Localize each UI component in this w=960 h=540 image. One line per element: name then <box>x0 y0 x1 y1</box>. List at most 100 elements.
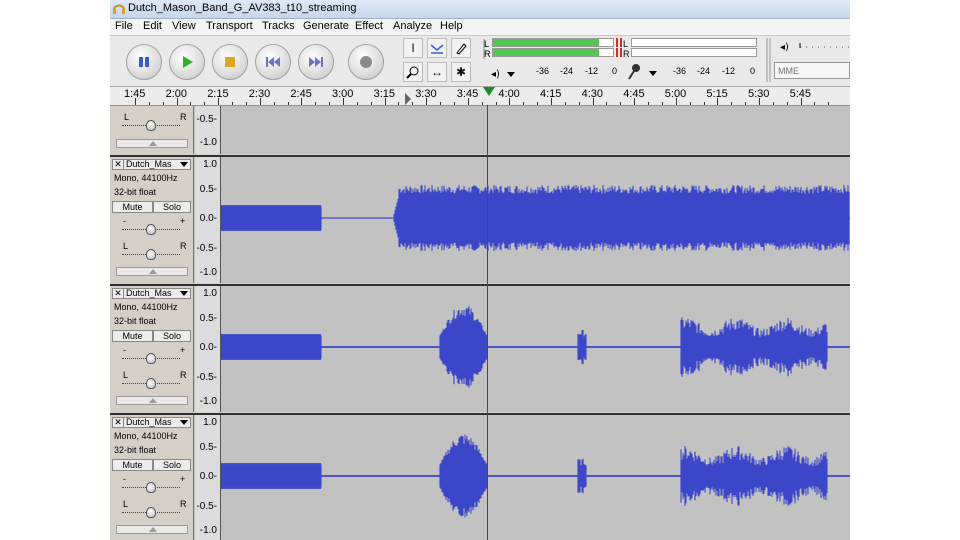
pan-slider[interactable]: LR <box>118 499 187 521</box>
ruler-tick <box>578 102 580 105</box>
close-track-icon[interactable]: ✕ <box>113 289 124 298</box>
menu-tracks[interactable]: Tracks <box>262 20 295 32</box>
menu-generate[interactable]: Generate <box>303 20 349 32</box>
track-menu-dropdown-icon[interactable] <box>180 291 188 296</box>
ruler-tick <box>440 102 442 105</box>
stop-button[interactable] <box>212 44 248 80</box>
ruler-tick <box>259 98 261 105</box>
gain-minus-label: - <box>123 474 126 484</box>
solo-button[interactable]: Solo <box>153 330 191 342</box>
track-sample-rate: Mono, 44100Hz <box>114 302 178 312</box>
solo-button[interactable]: Solo <box>153 201 191 213</box>
zoom-tool[interactable] <box>403 62 423 82</box>
menu-transport[interactable]: Transport <box>206 20 253 32</box>
multi-tool[interactable]: ✱ <box>451 62 471 82</box>
envelope-tool[interactable] <box>427 38 447 58</box>
close-track-icon[interactable]: ✕ <box>113 160 124 169</box>
skip-start-button[interactable] <box>255 44 291 80</box>
microphone-menu-icon[interactable] <box>625 63 661 81</box>
partial-track-control-panel: L R <box>110 106 194 154</box>
play-button[interactable] <box>169 44 205 80</box>
close-track-icon[interactable]: ✕ <box>113 418 124 427</box>
gain-slider[interactable]: - + <box>118 216 185 238</box>
mute-button[interactable]: Mute <box>112 459 153 471</box>
draw-tool[interactable] <box>451 38 471 58</box>
menu-file[interactable]: File <box>115 20 133 32</box>
menu-view[interactable]: View <box>172 20 196 32</box>
record-meter-left[interactable] <box>631 38 757 47</box>
collapse-track-button[interactable] <box>116 525 188 534</box>
rec-scale-12: -12 <box>722 66 736 76</box>
track-sample-format: 32-bit float <box>114 187 157 197</box>
collapse-track-button[interactable] <box>116 139 188 148</box>
pan-knob[interactable] <box>146 120 156 131</box>
pause-button[interactable] <box>126 44 162 80</box>
track-name: Dutch_Mas <box>126 288 172 298</box>
waveform-clip-block <box>221 463 321 489</box>
record-meter-r-label: R <box>623 49 630 59</box>
gain-slider[interactable]: - + <box>118 474 186 496</box>
solo-button[interactable]: Solo <box>153 459 191 471</box>
waveform-area[interactable] <box>220 415 850 540</box>
mute-button[interactable]: Mute <box>112 201 153 213</box>
play-scale-0: 0 <box>612 66 618 76</box>
ruler-tick <box>814 102 816 105</box>
gain-knob[interactable] <box>146 482 156 493</box>
track-menu-dropdown-icon[interactable] <box>180 162 188 167</box>
gain-plus-label: + <box>180 474 186 484</box>
window-title: Dutch_Mason_Band_G_AV383_t10_streaming <box>128 2 357 14</box>
scale-label: -1.0 <box>199 396 217 407</box>
partial-pan-slider[interactable]: L R <box>118 112 187 134</box>
ruler-tick <box>786 102 788 105</box>
scale-label: 0.5- <box>199 184 217 195</box>
track-name-bar[interactable]: ✕ Dutch_Mas <box>112 159 191 170</box>
amplitude-ruler: 1.0 0.5- 0.0- -0.5- -1.0 <box>195 157 221 283</box>
playhead-marker-icon[interactable] <box>483 87 495 96</box>
pan-knob[interactable] <box>146 249 156 260</box>
menu-help[interactable]: Help <box>440 20 463 32</box>
collapse-triangle-icon <box>149 269 157 274</box>
play-icon <box>183 56 193 68</box>
scale-label: -1.0 <box>199 267 217 278</box>
collapse-track-button[interactable] <box>116 396 188 405</box>
pan-slider[interactable]: LR <box>118 241 187 263</box>
waveform-area[interactable] <box>220 286 850 412</box>
timeline-ruler[interactable]: 1:45 2:00 2:15 2:30 2:45 3:00 3:15 3:30 3:45 4:00… <box>110 87 850 106</box>
track-menu-dropdown-icon[interactable] <box>180 420 188 425</box>
record-meter-l-label: L <box>623 39 629 49</box>
gain-knob[interactable] <box>146 224 156 235</box>
menu-analyze[interactable]: Analyze <box>393 20 432 32</box>
ruler-tick <box>689 102 691 105</box>
record-button[interactable] <box>348 44 384 80</box>
pan-knob[interactable] <box>146 507 156 518</box>
edit-cursor-line <box>487 105 488 540</box>
pan-slider[interactable]: LR <box>118 370 187 392</box>
partial-waveform-area[interactable] <box>221 106 850 154</box>
menu-effect[interactable]: Effect <box>355 20 383 32</box>
skip-end-button[interactable] <box>298 44 334 80</box>
gain-slider[interactable]: - + <box>118 345 185 367</box>
volume-slider[interactable]: ◂) <box>780 40 850 52</box>
ruler-tick <box>190 102 192 105</box>
waveform-area[interactable] <box>220 157 850 283</box>
gain-knob[interactable] <box>146 353 156 364</box>
mute-button[interactable]: Mute <box>112 330 153 342</box>
scale-label: 0.0- <box>199 471 217 482</box>
track-name: Dutch_Mas <box>126 417 172 427</box>
record-meter-right[interactable] <box>631 48 757 57</box>
timeshift-tool[interactable]: ↔ <box>427 62 447 82</box>
playback-meter-left[interactable] <box>492 38 614 47</box>
track-name-bar[interactable]: ✕ Dutch_Mas <box>112 288 191 299</box>
pan-knob[interactable] <box>146 378 156 389</box>
menu-edit[interactable]: Edit <box>143 20 162 32</box>
track-name-bar[interactable]: ✕ Dutch_Mas <box>112 417 191 428</box>
speaker-menu-icon[interactable]: ◂) <box>491 67 517 81</box>
ruler-tick <box>412 102 414 105</box>
audacity-window: Dutch_Mason_Band_G_AV383_t10_streaming F… <box>110 0 850 540</box>
ruler-tick <box>703 102 705 105</box>
audio-host-select[interactable]: MME <box>774 62 850 79</box>
collapse-track-button[interactable] <box>116 267 188 276</box>
playback-meter-right[interactable] <box>492 48 614 57</box>
selection-tool[interactable]: I <box>403 38 423 58</box>
asterisk-icon: ✱ <box>455 65 467 79</box>
